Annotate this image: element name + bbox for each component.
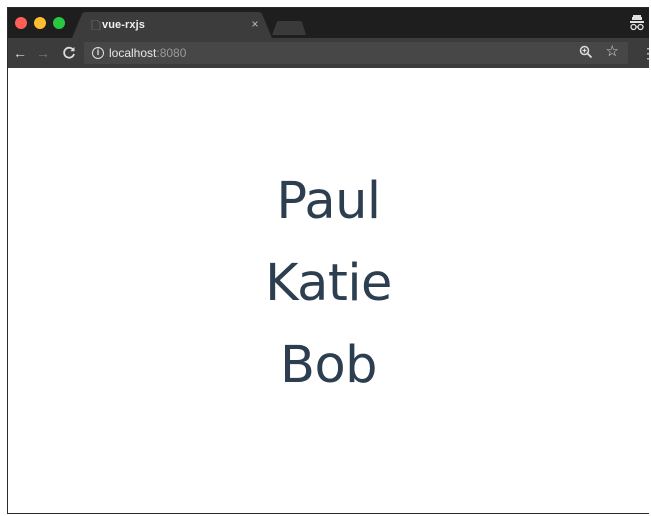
names-list: Paul Katie Bob	[8, 161, 649, 407]
maximize-window-button[interactable]	[53, 17, 65, 29]
url-text[interactable]: localhost:8080	[109, 46, 186, 60]
star-icon[interactable]: ☆	[606, 43, 619, 61]
zoom-icon[interactable]	[579, 45, 593, 59]
page-favicon-icon	[91, 19, 101, 31]
close-icon[interactable]: ×	[249, 17, 261, 31]
reload-icon[interactable]	[61, 45, 77, 61]
arrow-left-icon[interactable]: ←	[12, 45, 28, 61]
close-window-button[interactable]	[15, 17, 27, 29]
address-bar[interactable]: i localhost:8080 ☆	[84, 42, 628, 64]
tab-title: vue-rxjs	[102, 19, 145, 31]
url-port: :8080	[156, 46, 187, 60]
page-content: Paul Katie Bob	[8, 68, 649, 513]
incognito-icon[interactable]	[630, 15, 644, 31]
tab-strip: vue-rxjs ×	[8, 8, 649, 38]
browser-window: vue-rxjs × ← → i localhost:8080 ☆ Paul K…	[7, 7, 649, 514]
info-icon[interactable]: i	[92, 47, 104, 59]
arrow-right-icon[interactable]: →	[35, 45, 51, 61]
kebab-menu-icon[interactable]: ⋮	[641, 45, 649, 61]
browser-toolbar: ← → i localhost:8080 ☆ ⋮	[8, 38, 649, 68]
new-tab-button[interactable]	[272, 21, 306, 35]
name-list-item: Katie	[265, 254, 392, 313]
name-list-item: Paul	[276, 172, 381, 231]
minimize-window-button[interactable]	[34, 17, 46, 29]
name-list-item: Bob	[279, 336, 378, 395]
url-host: localhost	[109, 46, 157, 60]
